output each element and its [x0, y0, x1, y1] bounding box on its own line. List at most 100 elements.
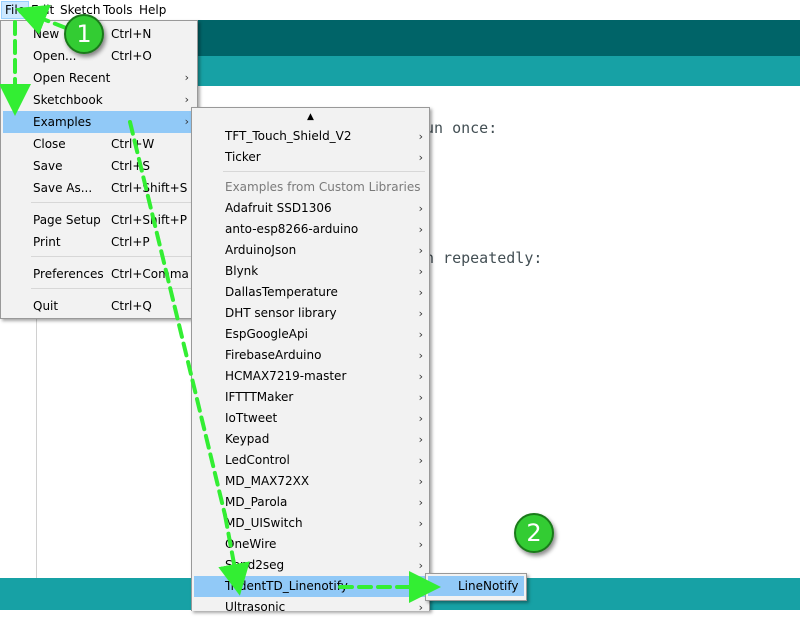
example-item[interactable]: TFT_Touch_Shield_V2 ›	[194, 126, 427, 147]
file-menu-close[interactable]: Close Ctrl+W	[3, 133, 195, 155]
menu-item-label: DHT sensor library	[225, 306, 337, 320]
example-item[interactable]: Send2seg ›	[194, 555, 427, 576]
menu-item-label: Blynk	[225, 264, 259, 278]
submenu-arrow-icon: ›	[418, 559, 423, 572]
example-item[interactable]: Ultrasonic ›	[194, 597, 427, 618]
menu-item-label: anto-esp8266-arduino	[225, 222, 359, 236]
menu-separator	[223, 171, 425, 172]
menu-separator	[31, 256, 193, 257]
submenu-arrow-icon: ›	[418, 412, 423, 425]
example-item[interactable]: ArduinoJson ›	[194, 240, 427, 261]
submenu-arrow-icon: ›	[418, 328, 423, 341]
menu-item-label: Open Recent	[33, 71, 111, 85]
submenu-arrow-icon: ›	[418, 370, 423, 383]
menu-edit[interactable]: Edit	[28, 2, 57, 18]
file-menu-save[interactable]: Save Ctrl+S	[3, 155, 195, 177]
file-menu-open[interactable]: Open... Ctrl+O	[3, 45, 195, 67]
example-item[interactable]: Keypad ›	[194, 429, 427, 450]
example-item[interactable]: Blynk ›	[194, 261, 427, 282]
menu-item-shortcut: Ctrl+P	[111, 235, 150, 249]
example-item[interactable]: anto-esp8266-arduino ›	[194, 219, 427, 240]
example-item[interactable]: HCMAX7219-master ›	[194, 366, 427, 387]
menu-item-shortcut: Ctrl+Comma	[111, 267, 189, 281]
example-item[interactable]: DHT sensor library ›	[194, 303, 427, 324]
menu-item-label: ArduinoJson	[225, 243, 297, 257]
example-item[interactable]: Adafruit SSD1306 ›	[194, 198, 427, 219]
step-2-badge: 2	[514, 513, 554, 553]
menu-item-label: Keypad	[225, 432, 270, 446]
submenu-arrow-icon: ›	[418, 244, 423, 257]
menu-item-label: MD_UISwitch	[225, 516, 303, 530]
example-linenotify[interactable]: LineNotify	[428, 576, 524, 596]
file-menu-page-setup[interactable]: Page Setup Ctrl+Shift+P	[3, 209, 195, 231]
menu-separator	[31, 288, 193, 289]
example-item[interactable]: FirebaseArduino ›	[194, 345, 427, 366]
example-item[interactable]: MD_UISwitch ›	[194, 513, 427, 534]
code-line-loop-comment: n repeatedly:	[425, 249, 543, 267]
menu-item-label: MD_Parola	[225, 495, 288, 509]
submenu-arrow-icon: ›	[418, 433, 423, 446]
menu-item-label: LedControl	[225, 453, 290, 467]
file-menu-examples[interactable]: Examples ›	[3, 111, 195, 133]
submenu-arrow-icon: ›	[418, 454, 423, 467]
menu-item-label: IoTtweet	[225, 411, 278, 425]
scroll-up-arrow-icon[interactable]: ▲	[192, 110, 429, 124]
example-item[interactable]: Ticker ›	[194, 147, 427, 168]
menu-file[interactable]: File	[1, 1, 30, 19]
example-item-tridenttd-linenotify[interactable]: TridentTD_Linenotify ›	[194, 576, 427, 597]
example-item[interactable]: OneWire ›	[194, 534, 427, 555]
file-menu-preferences[interactable]: Preferences Ctrl+Comma	[3, 263, 195, 285]
menu-item-shortcut: Ctrl+S	[111, 159, 151, 173]
examples-menu: ▲ TFT_Touch_Shield_V2 › Ticker › Examples …	[191, 107, 430, 614]
custom-libraries-header: Examples from Custom Libraries	[194, 177, 427, 198]
submenu-arrow-icon: ›	[418, 307, 423, 320]
submenu-arrow-icon: ›	[418, 517, 423, 530]
file-menu-print[interactable]: Print Ctrl+P	[3, 231, 195, 253]
menu-item-shortcut: Ctrl+Shift+S	[111, 181, 188, 195]
menu-tools[interactable]: Tools	[100, 2, 136, 18]
example-item[interactable]: IoTtweet ›	[194, 408, 427, 429]
menu-item-label: Examples from Custom Libraries	[225, 180, 421, 194]
menu-item-label: Save	[33, 159, 63, 173]
menu-item-label: Ticker	[225, 150, 261, 164]
submenu-arrow-icon: ›	[418, 202, 423, 215]
example-item[interactable]: IFTTTMaker ›	[194, 387, 427, 408]
submenu-arrow-icon: ›	[418, 580, 423, 593]
file-menu-open-recent[interactable]: Open Recent ›	[3, 67, 195, 89]
example-item[interactable]: EspGoogleApi ›	[194, 324, 427, 345]
menu-item-shortcut: Ctrl+N	[111, 27, 152, 41]
menu-item-label: Preferences	[33, 267, 104, 281]
submenu-arrow-icon: ›	[418, 391, 423, 404]
file-menu-sketchbook[interactable]: Sketchbook ›	[3, 89, 195, 111]
example-item[interactable]: DallasTemperature ›	[194, 282, 427, 303]
code-line-setup-comment: un once:	[425, 119, 498, 137]
example-item[interactable]: MD_Parola ›	[194, 492, 427, 513]
menu-separator	[31, 202, 193, 203]
menu-item-label: TFT_Touch_Shield_V2	[225, 129, 352, 143]
menu-item-label: HCMAX7219-master	[225, 369, 347, 383]
menu-item-label: Page Setup	[33, 213, 101, 227]
submenu-arrow-icon: ›	[184, 71, 189, 84]
menu-item-label: New	[33, 27, 60, 41]
menu-item-shortcut: Ctrl+Shift+P	[111, 213, 187, 227]
menu-item-shortcut: Ctrl+Q	[111, 299, 152, 313]
menu-item-label: Sketchbook	[33, 93, 103, 107]
menu-help[interactable]: Help	[136, 2, 169, 18]
menu-item-label: IFTTTMaker	[225, 390, 294, 404]
file-menu: New Ctrl+N Open... Ctrl+O Open Recent › Ske…	[0, 20, 198, 319]
file-menu-save-as[interactable]: Save As... Ctrl+Shift+S	[3, 177, 195, 199]
menu-item-label: Close	[33, 137, 66, 151]
menu-item-label: TridentTD_Linenotify	[225, 579, 348, 593]
menu-item-label: Print	[33, 235, 61, 249]
menu-item-shortcut: Ctrl+O	[111, 49, 152, 63]
menu-item-label: Save As...	[33, 181, 93, 195]
menu-item-label: DallasTemperature	[225, 285, 338, 299]
menu-item-shortcut: Ctrl+W	[111, 137, 155, 151]
submenu-arrow-icon: ›	[418, 475, 423, 488]
example-item[interactable]: MD_MAX72XX ›	[194, 471, 427, 492]
step-1-badge: 1	[64, 14, 104, 54]
menu-item-label: Examples	[33, 115, 92, 129]
example-item[interactable]: LedControl ›	[194, 450, 427, 471]
file-menu-quit[interactable]: Quit Ctrl+Q	[3, 295, 195, 317]
menu-item-label: LineNotify	[458, 579, 519, 593]
